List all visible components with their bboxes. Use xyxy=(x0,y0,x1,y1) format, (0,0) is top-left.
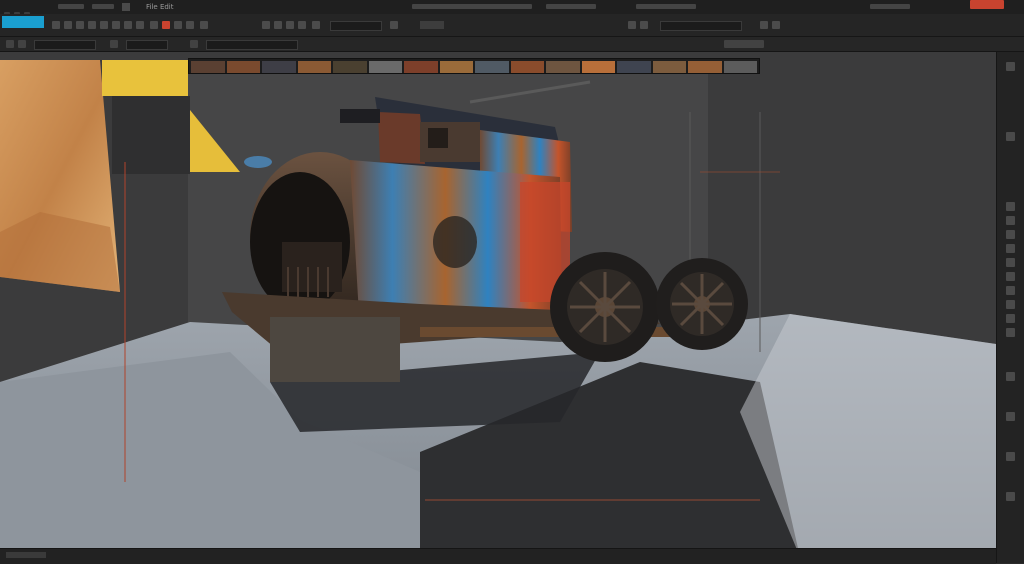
tool-icon[interactable] xyxy=(640,21,648,29)
option-icon[interactable] xyxy=(18,40,26,48)
tool-icon[interactable] xyxy=(100,21,108,29)
filmstrip-thumbnail[interactable] xyxy=(652,61,686,73)
status-indicator xyxy=(6,552,46,558)
filmstrip-thumbnail[interactable] xyxy=(510,61,544,73)
panel-icon[interactable] xyxy=(1006,300,1015,309)
filmstrip-thumbnail[interactable] xyxy=(581,61,615,73)
3d-viewport[interactable] xyxy=(0,52,996,557)
panel-icon[interactable] xyxy=(1006,132,1015,141)
tool-icon[interactable] xyxy=(772,21,780,29)
toolbar xyxy=(0,14,1024,37)
option-field[interactable] xyxy=(126,40,168,50)
window-controls xyxy=(4,3,44,18)
tool-icon[interactable] xyxy=(760,21,768,29)
menu-bar: File Edit xyxy=(0,0,1024,18)
tool-icon[interactable] xyxy=(390,21,398,29)
panel-icon[interactable] xyxy=(1006,244,1015,253)
tool-icon[interactable] xyxy=(52,21,60,29)
filmstrip-thumbnail[interactable] xyxy=(723,61,757,73)
record-icon[interactable] xyxy=(162,21,170,29)
panel-icon[interactable] xyxy=(1006,258,1015,267)
panel-icon[interactable] xyxy=(1006,452,1015,461)
tool-icon[interactable] xyxy=(262,21,270,29)
filmstrip xyxy=(188,58,760,74)
option-icon[interactable] xyxy=(190,40,198,48)
tool-icon[interactable] xyxy=(628,21,636,29)
panel-icon[interactable] xyxy=(1006,372,1015,381)
tool-icon[interactable] xyxy=(76,21,84,29)
panel-icon[interactable] xyxy=(1006,230,1015,239)
workspace-label xyxy=(636,4,696,9)
tool-icon[interactable] xyxy=(124,21,132,29)
filmstrip-thumbnail[interactable] xyxy=(297,61,331,73)
menu-icon[interactable] xyxy=(122,3,130,11)
filmstrip-thumbnail[interactable] xyxy=(333,61,367,73)
tool-icon[interactable] xyxy=(286,21,294,29)
option-label xyxy=(724,40,764,48)
right-tool-panel xyxy=(996,52,1024,563)
document-title xyxy=(412,4,532,9)
close-button[interactable] xyxy=(970,0,1004,9)
active-tool-button[interactable] xyxy=(2,16,44,28)
panel-icon[interactable] xyxy=(1006,62,1015,71)
document-info xyxy=(546,4,596,9)
option-field[interactable] xyxy=(34,40,96,50)
panel-icon[interactable] xyxy=(1006,272,1015,281)
tool-icon[interactable] xyxy=(174,21,182,29)
filmstrip-thumbnail[interactable] xyxy=(617,61,651,73)
toggle-button[interactable] xyxy=(420,21,444,29)
filmstrip-thumbnail[interactable] xyxy=(191,61,225,73)
option-icon[interactable] xyxy=(110,40,118,48)
tool-icon[interactable] xyxy=(88,21,96,29)
panel-icon[interactable] xyxy=(1006,412,1015,421)
status-bar xyxy=(0,548,996,564)
filmstrip-thumbnail[interactable] xyxy=(688,61,722,73)
filmstrip-thumbnail[interactable] xyxy=(368,61,402,73)
tool-icon[interactable] xyxy=(112,21,120,29)
filmstrip-thumbnail[interactable] xyxy=(439,61,473,73)
tool-icon[interactable] xyxy=(150,21,158,29)
option-field[interactable] xyxy=(206,40,298,50)
status-text xyxy=(870,4,910,9)
tool-icon[interactable] xyxy=(64,21,72,29)
value-field[interactable] xyxy=(330,21,382,31)
panel-icon[interactable] xyxy=(1006,286,1015,295)
filmstrip-thumbnail[interactable] xyxy=(404,61,438,73)
panel-icon[interactable] xyxy=(1006,314,1015,323)
menu-item-file-label[interactable]: File Edit xyxy=(146,1,174,13)
tool-icon[interactable] xyxy=(312,21,320,29)
filmstrip-thumbnail[interactable] xyxy=(262,61,296,73)
filmstrip-thumbnail[interactable] xyxy=(546,61,580,73)
tool-icon[interactable] xyxy=(298,21,306,29)
filmstrip-thumbnail[interactable] xyxy=(475,61,509,73)
panel-icon[interactable] xyxy=(1006,328,1015,337)
filmstrip-thumbnail[interactable] xyxy=(226,61,260,73)
tool-icon[interactable] xyxy=(136,21,144,29)
panel-icon[interactable] xyxy=(1006,216,1015,225)
tool-icon[interactable] xyxy=(200,21,208,29)
options-bar xyxy=(0,37,1024,52)
tool-icon[interactable] xyxy=(186,21,194,29)
tool-icon[interactable] xyxy=(274,21,282,29)
option-icon[interactable] xyxy=(6,40,14,48)
panel-icon[interactable] xyxy=(1006,492,1015,501)
search-field[interactable] xyxy=(660,21,742,31)
scene-render xyxy=(0,52,996,557)
panel-icon[interactable] xyxy=(1006,202,1015,211)
